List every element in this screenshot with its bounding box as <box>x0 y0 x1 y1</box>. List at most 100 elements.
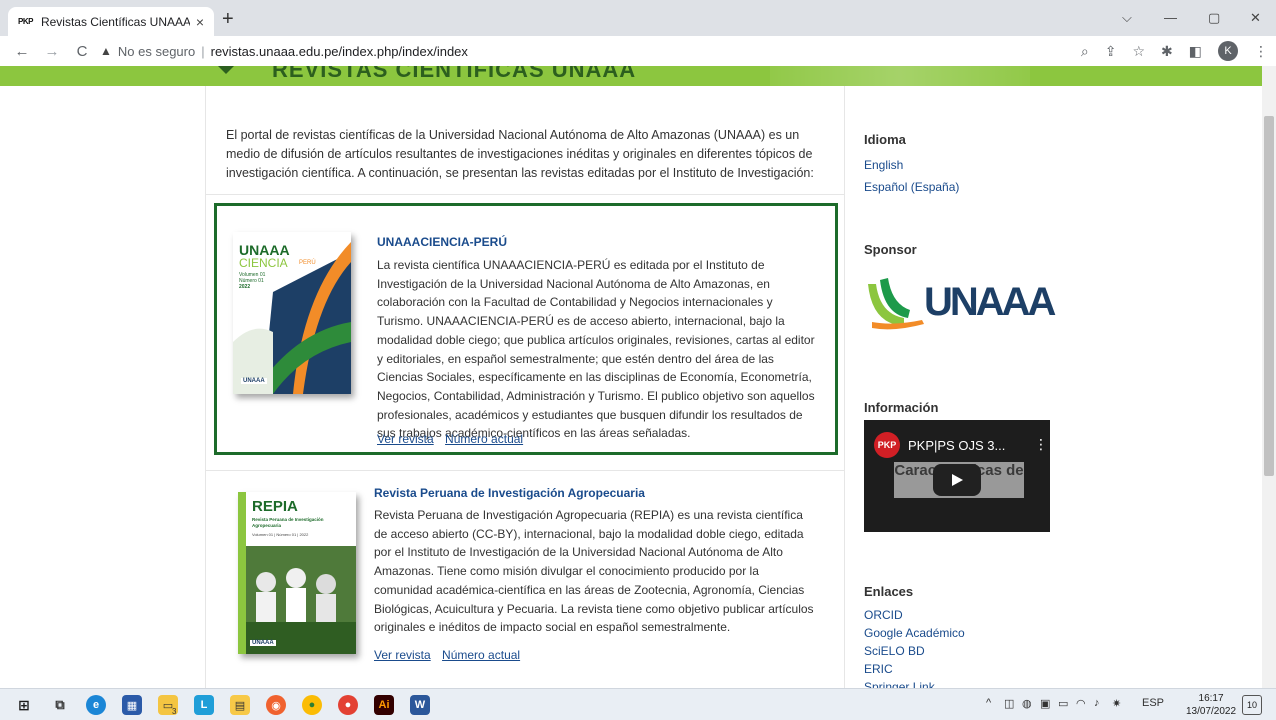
volume-icon[interactable]: ♪ <box>1094 697 1100 709</box>
cover-brand-bottom: CIENCIA <box>239 256 288 270</box>
system-clock[interactable]: 16:17 13/07/2022 <box>1186 692 1236 718</box>
link-eric[interactable]: ERIC <box>864 662 893 676</box>
extensions-puzzle-icon[interactable]: ✱ <box>1161 43 1173 60</box>
tab-close-icon[interactable]: × <box>196 14 204 30</box>
journal-title[interactable]: UNAAACIENCIA-PERÚ <box>377 235 507 249</box>
view-journal-link[interactable]: Ver revista <box>374 648 431 662</box>
link-google-academico[interactable]: Google Académico <box>864 626 965 640</box>
windows-taskbar: ⊞ ⧉ e ▦ ▭ 3 L ▤ ◉ ● ● Ai W ^ ◫ ◍ ▣ ▭ ◠ ♪… <box>0 688 1276 720</box>
maximize-button[interactable]: ▢ <box>1208 10 1220 26</box>
divider <box>206 194 844 195</box>
cover-year: 2022 <box>239 284 251 290</box>
clock-date: 13/07/2022 <box>1186 706 1237 717</box>
cover-footer-logo: UNAAA <box>250 640 276 646</box>
share-icon[interactable]: ⇪ <box>1105 43 1117 60</box>
new-tab-button[interactable]: + <box>222 9 234 29</box>
close-window-button[interactable]: ✕ <box>1250 10 1261 26</box>
tab-title: Revistas Científicas UNAAA <box>40 14 190 29</box>
sponsor-logo[interactable]: UNAAA <box>864 274 1056 334</box>
cover-footer-logo: UNAAA <box>241 378 267 384</box>
link-scielo[interactable]: SciELO BD <box>864 644 925 658</box>
links-heading: Enlaces <box>864 584 914 599</box>
store-icon[interactable]: ▦ <box>122 695 142 715</box>
chrome-profile-icon[interactable]: ● <box>338 695 358 715</box>
main-content: El portal de revistas científicas de la … <box>205 86 845 688</box>
profile-avatar[interactable]: K <box>1218 41 1238 61</box>
channel-avatar: PKP <box>874 432 900 458</box>
reload-button[interactable]: C <box>70 43 94 60</box>
firefox-icon[interactable]: ◉ <box>266 695 286 715</box>
address-separator: | <box>201 43 205 59</box>
journal-card: UNAAA CIENCIA PERÚ Volumen 01 Número 01 … <box>214 203 838 455</box>
back-button[interactable]: ← <box>10 43 34 60</box>
video-title: PKP|PS OJS 3... <box>908 438 1006 453</box>
chrome-icon[interactable]: ● <box>302 695 322 715</box>
clock-time: 16:17 <box>1198 693 1224 704</box>
l-app-icon[interactable]: L <box>194 695 214 715</box>
sponsor-logo-text: UNAAA <box>924 280 1056 324</box>
current-issue-link[interactable]: Número actual <box>445 432 523 446</box>
browser-tab-strip: PKP Revistas Científicas UNAAA × + ⌵ — ▢… <box>0 0 1276 36</box>
windows-start-icon[interactable]: ⊞ <box>14 695 34 715</box>
wifi-icon[interactable]: ◠ <box>1076 697 1086 710</box>
journal-links: Ver revista Número actual <box>377 432 531 446</box>
youtube-video-embed[interactable]: PKP PKP|PS OJS 3... ⋮ Características de… <box>864 420 1050 532</box>
illustrator-icon[interactable]: Ai <box>374 695 394 715</box>
journal-cover-unaaaciencia[interactable]: UNAAA CIENCIA PERÚ Volumen 01 Número 01 … <box>233 232 351 394</box>
forward-button[interactable]: → <box>40 43 64 60</box>
edge-icon[interactable]: e <box>86 695 106 715</box>
journal-links: Ver revista Número actual <box>374 648 528 662</box>
task-view-icon[interactable]: ⧉ <box>50 695 70 715</box>
bookmark-star-icon[interactable]: ☆ <box>1132 43 1145 60</box>
journal-card: REPIA Revista Peruana de Investigación A… <box>214 482 838 688</box>
warning-triangle-icon[interactable]: ▲ <box>100 44 112 58</box>
view-journal-link[interactable]: Ver revista <box>377 432 434 446</box>
menu-kebab-icon[interactable]: ⋮ <box>1254 43 1268 60</box>
language-heading: Idioma <box>864 132 906 147</box>
browser-tab[interactable]: PKP Revistas Científicas UNAAA × <box>8 7 214 36</box>
security-label[interactable]: No es seguro <box>118 44 195 59</box>
link-orcid[interactable]: ORCID <box>864 608 903 622</box>
info-heading: Información <box>864 400 939 415</box>
tab-search-dropdown-icon[interactable]: ⌵ <box>1122 10 1132 26</box>
scrollbar-thumb[interactable] <box>1264 116 1274 476</box>
journal-description: Revista Peruana de Investigación Agropec… <box>374 508 814 635</box>
tray-chrome-icon[interactable]: ◍ <box>1022 697 1032 710</box>
video-menu-icon[interactable]: ⋮ <box>1034 436 1048 453</box>
cover-brand-suffix: PERÚ <box>299 260 316 266</box>
sponsor-heading: Sponsor <box>864 242 917 257</box>
tray-display-icon[interactable]: ▣ <box>1040 697 1050 710</box>
journal-title[interactable]: Revista Peruana de Investigación Agropec… <box>374 486 645 500</box>
tray-meet-icon[interactable]: ◫ <box>1004 697 1014 710</box>
current-issue-link[interactable]: Número actual <box>442 648 520 662</box>
play-icon <box>952 474 963 486</box>
input-language[interactable]: ESP <box>1142 697 1164 709</box>
link-springer[interactable]: Springer Link <box>864 680 935 688</box>
divider <box>206 470 844 471</box>
explorer-badge: 3 <box>172 707 177 716</box>
play-button[interactable] <box>933 464 981 496</box>
journal-cover-repia[interactable]: REPIA Revista Peruana de Investigación A… <box>238 492 356 654</box>
browser-toolbar: ← → C ▲ No es seguro | revistas.unaaa.ed… <box>0 36 1276 66</box>
cover-brand: REPIA <box>252 498 298 515</box>
journal-description: La revista científica UNAAACIENCIA-PERÚ … <box>377 258 815 441</box>
tray-expand-icon[interactable]: ^ <box>986 697 991 709</box>
site-brand-title[interactable]: REVISTAS CIENTÍFICAS UNAAA <box>272 66 636 83</box>
page-viewport: REVISTAS CIENTÍFICAS UNAAA El portal de … <box>0 66 1262 688</box>
portal-intro: El portal de revistas científicas de la … <box>226 128 814 180</box>
site-logo-icon <box>218 66 234 74</box>
notifications-icon[interactable]: 10 <box>1242 695 1262 715</box>
minimize-button[interactable]: — <box>1164 10 1177 25</box>
file-manager-icon[interactable]: ▤ <box>230 695 250 715</box>
tray-app-icon[interactable]: ✷ <box>1112 697 1121 710</box>
language-link-english[interactable]: English <box>864 158 903 172</box>
zoom-icon[interactable]: ⌕ <box>1081 43 1089 60</box>
side-panel-icon[interactable]: ◧ <box>1189 43 1202 60</box>
word-icon[interactable]: W <box>410 695 430 715</box>
language-link-spanish[interactable]: Español (España) <box>864 180 959 194</box>
url-text[interactable]: revistas.unaaa.edu.pe/index.php/index/in… <box>211 44 468 59</box>
cover-issue: Volumen 01 | Número 01 | 2022 <box>252 532 309 537</box>
site-header: REVISTAS CIENTÍFICAS UNAAA <box>0 66 1262 86</box>
battery-icon[interactable]: ▭ <box>1058 697 1068 710</box>
address-bar[interactable]: ▲ No es seguro | revistas.unaaa.edu.pe/i… <box>100 40 1100 62</box>
